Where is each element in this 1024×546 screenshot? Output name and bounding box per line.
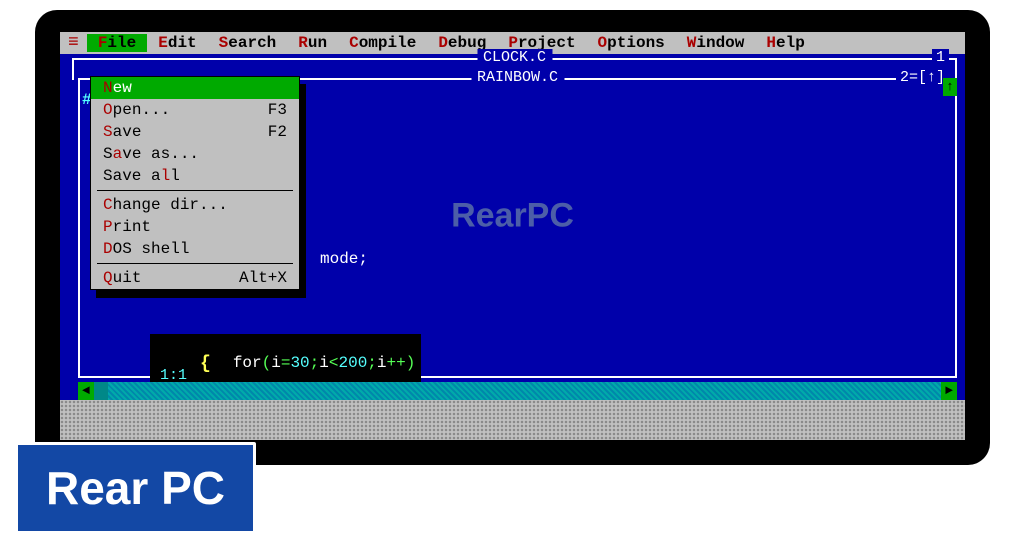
menu-search[interactable]: Search [208, 34, 288, 52]
menu-separator [97, 190, 293, 191]
rear-pc-badge: Rear PC [15, 442, 256, 534]
file-change-dir[interactable]: Change dir... [91, 194, 299, 216]
file-print[interactable]: Print [91, 216, 299, 238]
horizontal-scrollbar[interactable]: ◄ ► [78, 382, 957, 400]
menu-help[interactable]: Help [755, 34, 815, 52]
file-new[interactable]: New [91, 77, 299, 99]
file-save-as[interactable]: Save as... [91, 143, 299, 165]
file-open[interactable]: Open... F3 [91, 99, 299, 121]
scroll-up-icon[interactable]: ↑ [943, 78, 957, 96]
window-number: 1 [932, 49, 949, 66]
window-title: CLOCK.C [477, 49, 552, 66]
window-number: 2=[↑] [896, 69, 949, 86]
code-brace: { [200, 354, 211, 374]
file-save[interactable]: Save F2 [91, 121, 299, 143]
scroll-track[interactable] [108, 382, 941, 400]
menu-file[interactable]: File [87, 34, 147, 52]
menu-options[interactable]: Options [587, 34, 676, 52]
file-dos-shell[interactable]: DOS shell [91, 238, 299, 260]
file-dropdown: New Open... F3 Save F2 Save as... Save a… [90, 76, 300, 290]
window-title: RAINBOW.C [471, 69, 564, 86]
menu-window[interactable]: Window [676, 34, 756, 52]
screen: ≡ File Edit Search Run Compile Debug Pro… [60, 32, 965, 440]
menu-run[interactable]: Run [287, 34, 338, 52]
file-quit[interactable]: Quit Alt+X [91, 267, 299, 289]
menu-edit[interactable]: Edit [147, 34, 207, 52]
scroll-thumb[interactable] [94, 382, 108, 400]
scroll-left-icon[interactable]: ◄ [78, 382, 94, 400]
scroll-right-icon[interactable]: ► [941, 382, 957, 400]
file-save-all[interactable]: Save all [91, 165, 299, 187]
tablet-frame: ≡ File Edit Search Run Compile Debug Pro… [35, 10, 990, 465]
menu-compile[interactable]: Compile [338, 34, 427, 52]
editor-area: CLOCK.C 1 RAINBOW.C 2=[↑] ↑ # # # # v { … [60, 54, 965, 440]
menu-separator [97, 263, 293, 264]
system-menu-icon[interactable]: ≡ [60, 34, 87, 52]
desktop-pattern [60, 400, 965, 440]
